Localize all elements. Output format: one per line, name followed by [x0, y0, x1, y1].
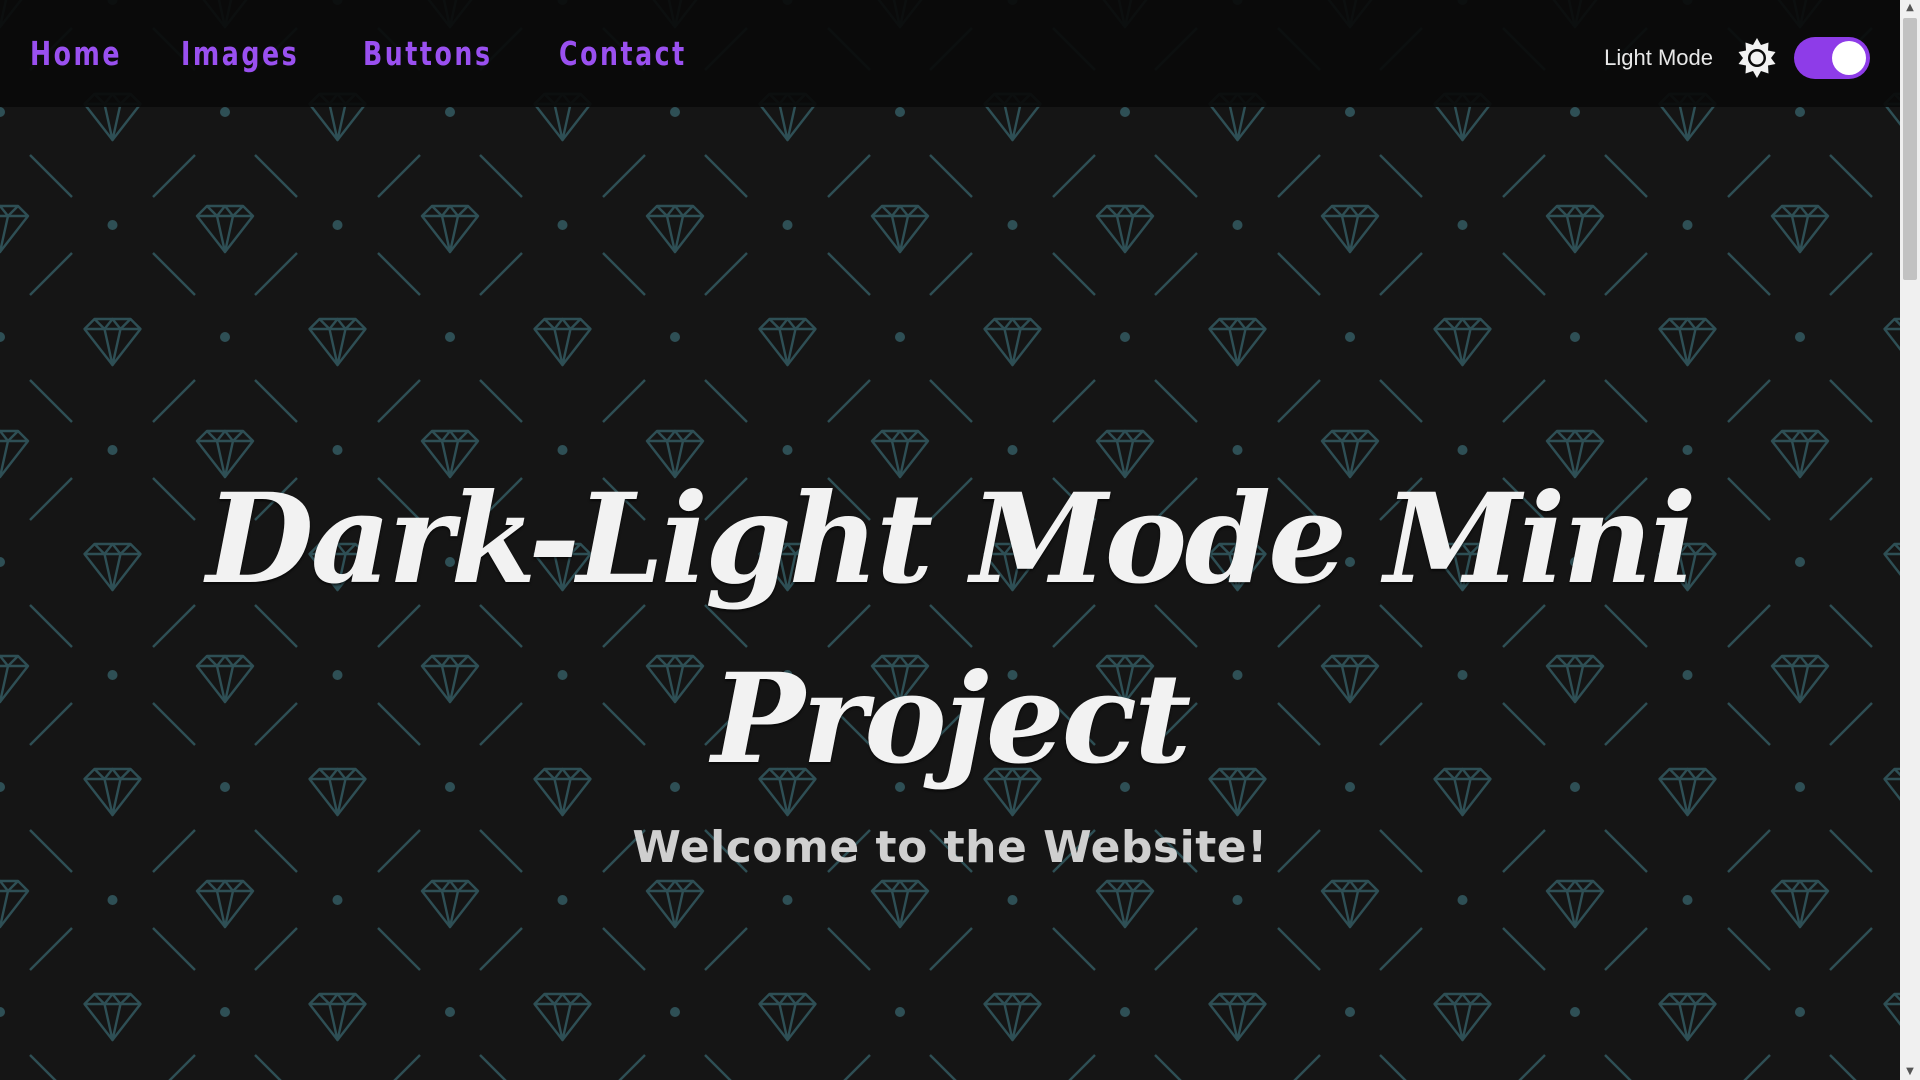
hero-title: Dark-Light Mode Mini Project — [206, 467, 1697, 792]
scroll-up-arrow-icon[interactable]: ▲ — [1900, 0, 1920, 16]
nav-link-home[interactable]: Home — [30, 34, 122, 74]
nav-link-contact[interactable]: Contact — [559, 34, 687, 74]
theme-mode-label: Light Mode — [1604, 45, 1713, 70]
theme-toggle-switch[interactable] — [1794, 37, 1870, 79]
hero: Dark-Light Mode Mini Project Welcome to … — [0, 450, 1900, 878]
toggle-knob — [1832, 41, 1866, 75]
hero-subtitle: Welcome to the Website! — [632, 822, 1268, 873]
scrollbar-thumb[interactable] — [1903, 18, 1917, 280]
nav-link-images[interactable]: Images — [181, 34, 299, 74]
theme-switch-wrapper: Light Mode — [1604, 36, 1870, 80]
vertical-scrollbar[interactable]: ▲ ▼ — [1900, 0, 1920, 1080]
nav-link-buttons[interactable]: Buttons — [363, 34, 493, 74]
sun-icon — [1735, 36, 1779, 80]
navbar: Home Images Buttons Contact Light Mode — [0, 0, 1900, 107]
scroll-down-arrow-icon[interactable]: ▼ — [1900, 1064, 1920, 1080]
nav-links: Home Images Buttons Contact — [30, 34, 752, 74]
page: Home Images Buttons Contact Light Mode D… — [0, 0, 1920, 1080]
